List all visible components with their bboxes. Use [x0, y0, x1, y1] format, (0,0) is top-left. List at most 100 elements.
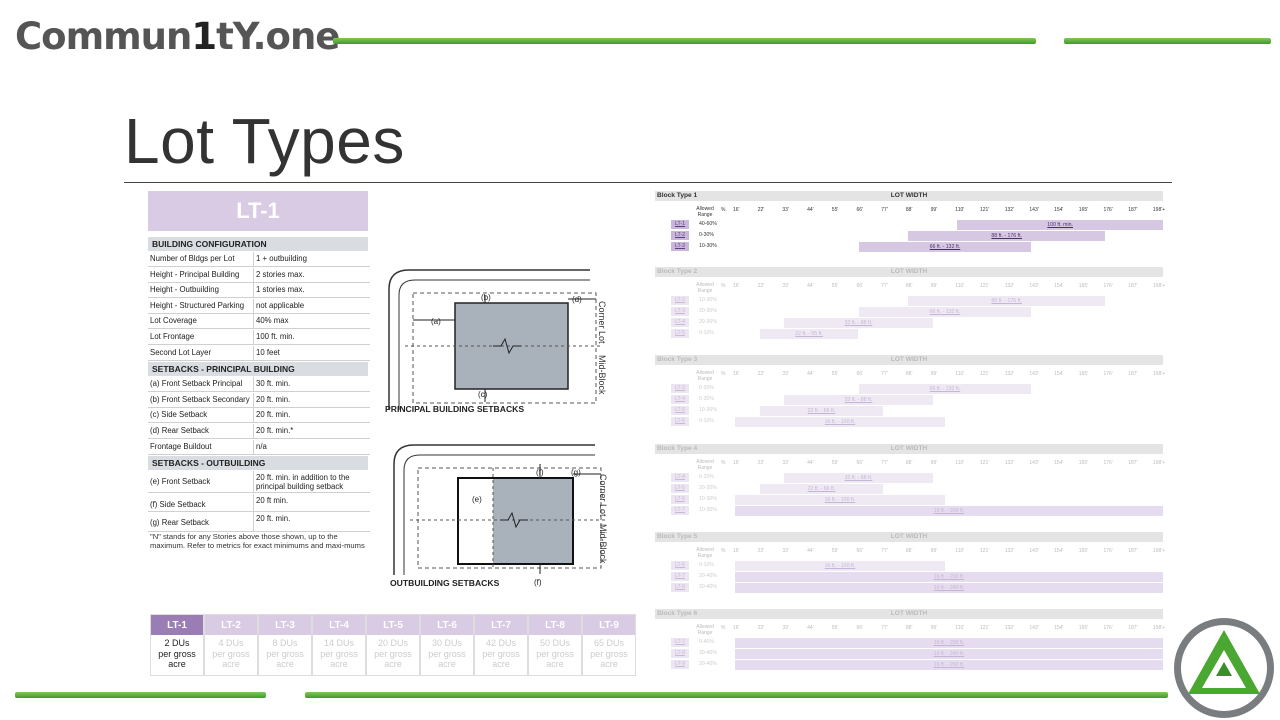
- tick-label: 176': [1103, 371, 1113, 377]
- width-range-bar[interactable]: 33 ft. - 88 ft.: [784, 318, 933, 328]
- tick-label: 143': [1029, 207, 1039, 213]
- tick-label: 33': [782, 207, 789, 213]
- percent-range: 20-30%: [699, 308, 717, 314]
- width-range-bar[interactable]: 66 ft. - 132 ft.: [858, 307, 1032, 317]
- width-range-bar[interactable]: 16 ft. - 260 ft.: [735, 660, 1163, 670]
- width-range-bar[interactable]: 16 ft. - 240 ft.: [735, 583, 1163, 593]
- tick-label: 66': [856, 283, 864, 289]
- lot-type-chip[interactable]: LT-3: [671, 242, 689, 251]
- spec-value: 20 ft. min.: [256, 394, 291, 404]
- spec-label: (d) Rear Setback: [148, 424, 254, 438]
- tick-label: 198'+: [1152, 625, 1166, 631]
- tick-label: 121': [980, 283, 990, 289]
- percent-range: 10-30%: [699, 407, 717, 413]
- width-range-bar[interactable]: 16 ft. - 100 ft.: [735, 561, 945, 571]
- width-range-bar[interactable]: 16 ft. - 200 ft.: [735, 506, 1163, 516]
- lot-type-chip[interactable]: LT-7: [671, 638, 689, 647]
- percent-range: 20-40%: [699, 584, 717, 590]
- tick-label: 55': [831, 460, 839, 466]
- density-cell-lt-6: LT-6 30 DUs per gross acre: [420, 614, 474, 676]
- spec-label: (b) Front Setback Secondary: [148, 392, 254, 407]
- width-range-bar[interactable]: 66 ft. - 132 ft.: [858, 242, 1032, 252]
- density-cell-lt-1: LT-1 2 DUs per gross acre: [150, 614, 204, 676]
- width-range-bar[interactable]: 22 ft. - 55 ft.: [759, 329, 859, 339]
- width-range-bar[interactable]: 33 ft. - 88 ft.: [784, 395, 933, 405]
- lot-type-chip[interactable]: LT-1: [671, 220, 689, 229]
- lot-type-chip[interactable]: LT-8: [671, 583, 689, 592]
- lot-type-chip[interactable]: LT-9: [671, 660, 689, 669]
- spec-value: 100 ft. min.: [256, 332, 295, 341]
- width-range-bar[interactable]: 33 ft. - 88 ft.: [784, 473, 933, 483]
- section-heading-building-config: BUILDING CONFIGURATION: [148, 237, 368, 251]
- lot-range-row: LT-4 0-30% 33 ft. - 88 ft.: [655, 394, 1163, 405]
- spec-label: Frontage Buildout: [148, 439, 254, 454]
- tick-label: 16': [733, 283, 740, 289]
- lot-type-heading: LT-1: [148, 191, 368, 231]
- density-cell-lt-8: LT-8 50 DUs per gross acre: [528, 614, 582, 676]
- percent-range: 20-30%: [699, 319, 717, 325]
- density-line-2: per gross: [374, 648, 412, 659]
- spec-label: Number of Bldgs per Lot: [148, 252, 254, 266]
- spec-label: Lot Coverage: [148, 314, 254, 329]
- lot-type-chip[interactable]: LT-6: [671, 495, 689, 504]
- percent-range: 40-60%: [699, 221, 717, 227]
- pct-label: %: [721, 460, 726, 466]
- width-range-bar[interactable]: 22 ft. - 66 ft.: [759, 484, 884, 494]
- lot-type-chip[interactable]: LT-3: [671, 307, 689, 316]
- tick-label: 198'+: [1152, 548, 1166, 554]
- tick-label: 44': [807, 207, 814, 213]
- width-range-bar[interactable]: 16 ft. - 200 ft.: [735, 572, 1163, 582]
- tick-label: 66': [856, 625, 864, 631]
- tick-label: 198'+: [1152, 207, 1166, 213]
- tick-label: 22': [757, 371, 765, 377]
- lot-type-chip[interactable]: LT-8: [671, 649, 689, 658]
- width-range-bar[interactable]: 22 ft. - 66 ft.: [759, 406, 884, 416]
- lot-range-row: LT-6 0-10% 16 ft. - 100 ft.: [655, 416, 1163, 427]
- density-line-3: acre: [384, 659, 402, 669]
- width-range-bar[interactable]: 16 ft. - 200 ft.: [735, 638, 1163, 648]
- label-f-bottom: (f): [534, 578, 542, 587]
- lot-type-chip[interactable]: LT-4: [671, 318, 689, 327]
- tick-label: 110': [955, 283, 965, 289]
- width-range-bar[interactable]: 88 ft. - 176 ft.: [907, 296, 1106, 306]
- tick-label: 55': [831, 625, 839, 631]
- width-range-bar[interactable]: 66 ft. - 132 ft.: [858, 384, 1032, 394]
- width-range-bar[interactable]: 88 ft. - 176 ft.: [907, 231, 1106, 241]
- percent-range: 0-10%: [699, 418, 714, 424]
- tick-label: 16': [733, 460, 740, 466]
- density-value: 50 DUs per gross acre: [529, 635, 581, 675]
- block-header: Block Type 1 LOT WIDTH: [655, 191, 1163, 201]
- lot-type-chip[interactable]: LT-2: [671, 231, 689, 240]
- spec-value: n/a: [256, 441, 267, 451]
- lot-range-row: LT-3 20-30% 66 ft. - 132 ft.: [655, 306, 1163, 317]
- width-range-bar[interactable]: 100 ft. min.: [957, 220, 1163, 230]
- lot-type-chip[interactable]: LT-3: [671, 384, 689, 393]
- lot-type-chip[interactable]: LT-6: [671, 561, 689, 570]
- lot-type-chip[interactable]: LT-4: [671, 395, 689, 404]
- percent-range: 10-30%: [699, 297, 717, 303]
- width-range-bar[interactable]: 16 ft. - 100 ft.: [735, 417, 945, 427]
- tick-label: 110': [955, 548, 965, 554]
- tick-label: 143': [1029, 371, 1039, 377]
- lot-type-chip[interactable]: LT-6: [671, 417, 689, 426]
- lot-type-chip[interactable]: LT-5: [671, 484, 689, 493]
- density-value: 4 DUs per gross acre: [205, 635, 257, 675]
- block-name: Block Type 4: [657, 445, 698, 452]
- percent-range: 0-40%: [699, 639, 714, 645]
- density-line-3: acre: [276, 659, 294, 669]
- density-line-3: acre: [168, 659, 186, 669]
- lot-type-chip[interactable]: LT-5: [671, 329, 689, 338]
- width-range-bar[interactable]: 16 ft. - 240 ft.: [735, 649, 1163, 659]
- tick-label: 33': [782, 283, 789, 289]
- lot-type-chip[interactable]: LT-4: [671, 473, 689, 482]
- spec-value: 20 ft. min. in addition to the principal…: [256, 473, 350, 492]
- tick-label: 33': [782, 548, 789, 554]
- lot-type-chip[interactable]: LT-7: [671, 506, 689, 515]
- lot-type-chip[interactable]: LT-7: [671, 572, 689, 581]
- lot-type-chip[interactable]: LT-2: [671, 296, 689, 305]
- block-header: Block Type 4 LOT WIDTH: [655, 444, 1163, 454]
- density-line-2: per gross: [428, 648, 466, 659]
- width-range-bar[interactable]: 16 ft. - 100 ft.: [735, 495, 945, 505]
- lot-type-chip[interactable]: LT-5: [671, 406, 689, 415]
- spec-value: 40% max: [256, 316, 289, 326]
